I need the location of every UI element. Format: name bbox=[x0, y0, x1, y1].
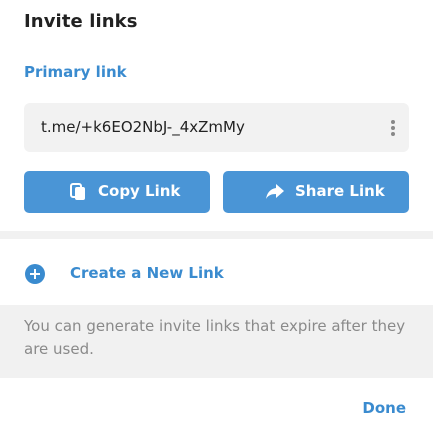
share-link-label: Share Link bbox=[295, 182, 385, 200]
info-panel: You can generate invite links that expir… bbox=[0, 305, 433, 378]
section-divider bbox=[0, 231, 433, 239]
more-vertical-icon[interactable] bbox=[383, 115, 403, 141]
copy-icon bbox=[70, 183, 86, 205]
primary-link-label: Primary link bbox=[24, 63, 127, 81]
invite-links-dialog: Invite links Primary link t.me/+k6EO2NbJ… bbox=[0, 0, 433, 438]
share-link-button[interactable]: Share Link bbox=[223, 171, 409, 213]
copy-link-label: Copy Link bbox=[98, 182, 181, 200]
dialog-title: Invite links bbox=[24, 11, 138, 32]
plus-circle-icon bbox=[25, 264, 45, 284]
info-text: You can generate invite links that expir… bbox=[24, 317, 406, 358]
create-new-link-button[interactable]: Create a New Link bbox=[0, 239, 433, 305]
create-new-link-label: Create a New Link bbox=[70, 264, 224, 282]
copy-link-button[interactable]: Copy Link bbox=[24, 171, 210, 213]
primary-link-field[interactable]: t.me/+k6EO2NbJ-_4xZmMy bbox=[24, 103, 409, 152]
done-button[interactable]: Done bbox=[362, 399, 406, 417]
primary-link-url: t.me/+k6EO2NbJ-_4xZmMy bbox=[41, 118, 245, 136]
share-arrow-icon bbox=[266, 184, 284, 203]
